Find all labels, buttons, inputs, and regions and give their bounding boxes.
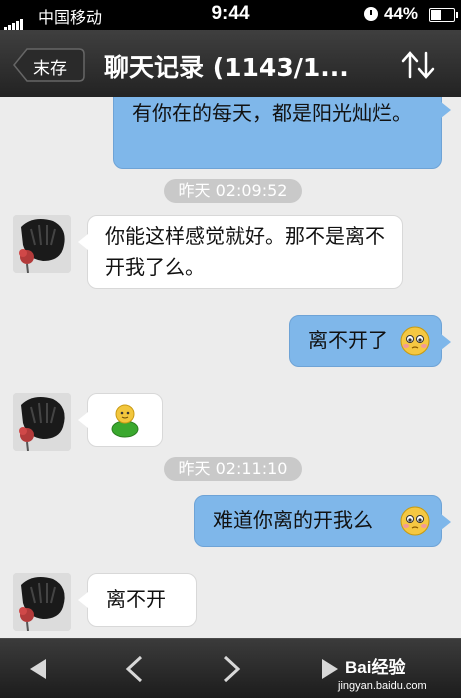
message-text: 离不开 [106, 587, 166, 611]
incoming-message-bubble[interactable]: 你能这样感觉就好。那不是离不开我了么。 [78, 215, 403, 289]
message-list[interactable]: 有你在的每天，都是阳光灿烂。 昨天 02:09:52 你能这样感觉就好。那不是离… [0, 97, 461, 638]
contact-avatar[interactable] [13, 393, 71, 451]
watermark-url: jingyan.baidu.com [338, 680, 427, 692]
outgoing-message-bubble[interactable]: 有你在的每天，都是阳光灿烂。 [113, 97, 451, 169]
chevron-right-icon [223, 655, 241, 683]
back-button[interactable]: 末存 [13, 48, 85, 82]
message-text: 你能这样感觉就好。那不是离不开我了么。 [105, 224, 385, 279]
swap-arrows-icon [401, 51, 435, 79]
message-text: 离不开了 [308, 328, 388, 352]
timestamp-pill: 昨天 02:09:52 [164, 179, 302, 203]
chevron-left-icon [125, 655, 143, 683]
bottom-toolbar: Bai经验 jingyan.baidu.com [0, 638, 461, 698]
battery-percent: 44% [384, 4, 419, 23]
green-figure-emoji [111, 404, 139, 438]
status-bar: 中国移动 9:44 44% [0, 0, 461, 31]
contact-avatar[interactable] [13, 215, 71, 273]
battery-icon [429, 8, 458, 22]
shy-face-emoji [400, 506, 430, 536]
incoming-message-bubble[interactable]: 离不开 [78, 573, 197, 627]
page-title: 聊天记录 (1143/1... [104, 53, 349, 82]
alarm-clock-icon [364, 7, 378, 21]
outgoing-message-bubble[interactable]: 难道你离的开我么 [194, 495, 451, 547]
previous-page-button[interactable] [114, 651, 154, 687]
first-page-button[interactable] [18, 651, 58, 687]
next-page-button[interactable] [212, 651, 252, 687]
chat-history-screen: 中国移动 9:44 44% 末存 聊天记录 (1143/1... 有你在的每天，… [0, 0, 461, 698]
navigation-bar: 末存 聊天记录 (1143/1... [0, 30, 461, 98]
shy-face-emoji [400, 326, 430, 356]
watermark-logo: Bai经验 [345, 658, 406, 677]
contact-avatar[interactable] [13, 573, 71, 631]
incoming-message-bubble[interactable] [78, 393, 163, 447]
outgoing-message-bubble[interactable]: 离不开了 [289, 315, 451, 367]
message-text: 有你在的每天，都是阳光灿烂。 [132, 101, 412, 125]
message-text: 难道你离的开我么 [213, 508, 373, 532]
first-page-icon [30, 659, 46, 679]
timestamp-pill: 昨天 02:11:10 [164, 457, 302, 481]
back-button-label: 末存 [33, 59, 67, 79]
swap-order-button[interactable] [400, 49, 436, 81]
